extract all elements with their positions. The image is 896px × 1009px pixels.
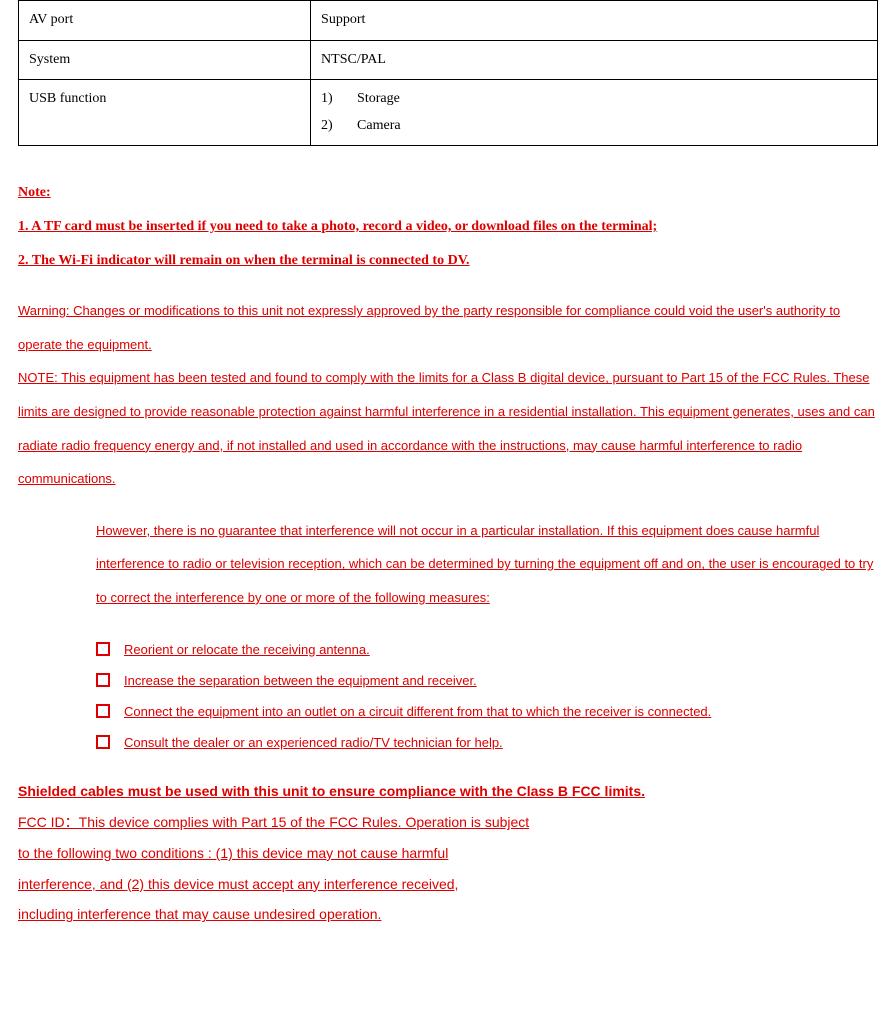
note-item: 1. A TF card must be inserted if you nee… <box>18 219 657 234</box>
list-number: 1) <box>321 86 339 113</box>
interference-text: However, there is no guarantee that inte… <box>96 523 873 605</box>
list-number: 2) <box>321 113 339 140</box>
list-item: 1) Storage <box>321 86 867 113</box>
table-row: System NTSC/PAL <box>19 40 878 80</box>
spec-label: System <box>19 40 311 80</box>
fcc-id-block: FCC ID：This device complies with Part 15… <box>18 807 878 930</box>
fcc-note-block: NOTE: This equipment has been tested and… <box>18 362 878 496</box>
measure-text: Connect the equipment into an outlet on … <box>124 696 711 727</box>
spec-value: 1) Storage 2) Camera <box>311 80 878 146</box>
checkbox-icon <box>96 642 110 656</box>
checkbox-icon <box>96 735 110 749</box>
measure-text: Consult the dealer or an experienced rad… <box>124 727 503 758</box>
list-item: 2) Camera <box>321 113 867 140</box>
note-heading: Note: <box>18 185 51 200</box>
fcc-line: to the following two conditions : (1) th… <box>18 845 448 861</box>
fcc-line: including interference that may cause un… <box>18 906 381 922</box>
list-item: Connect the equipment into an outlet on … <box>96 696 878 727</box>
note-section: Note: 1. A TF card must be inserted if y… <box>18 176 878 277</box>
fcc-line: interference, and (2) this device must a… <box>18 876 458 892</box>
warning-block: Warning: Changes or modifications to thi… <box>18 295 878 362</box>
shielded-statement: Shielded cables must be used with this u… <box>18 776 878 807</box>
document-page: AV port Support System NTSC/PAL USB func… <box>0 0 896 960</box>
list-text: Camera <box>357 113 401 140</box>
checkbox-icon <box>96 673 110 687</box>
interference-block: However, there is no guarantee that inte… <box>96 515 878 616</box>
note-item: 2. The Wi-Fi indicator will remain on wh… <box>18 253 470 268</box>
spec-label: AV port <box>19 1 311 41</box>
spec-table: AV port Support System NTSC/PAL USB func… <box>18 0 878 146</box>
table-row: AV port Support <box>19 1 878 41</box>
warning-text: Warning: Changes or modifications to thi… <box>18 303 840 352</box>
checkbox-icon <box>96 704 110 718</box>
spec-label: USB function <box>19 80 311 146</box>
measures-list: Reorient or relocate the receiving anten… <box>96 634 878 759</box>
fcc-line: FCC ID：This device complies with Part 15… <box>18 814 529 830</box>
measure-text: Increase the separation between the equi… <box>124 665 477 696</box>
spec-value: NTSC/PAL <box>311 40 878 80</box>
spec-value: Support <box>311 1 878 41</box>
list-text: Storage <box>357 86 400 113</box>
list-item: Increase the separation between the equi… <box>96 665 878 696</box>
fcc-note-text: NOTE: This equipment has been tested and… <box>18 370 875 486</box>
table-row: USB function 1) Storage 2) Camera <box>19 80 878 146</box>
measure-text: Reorient or relocate the receiving anten… <box>124 634 370 665</box>
list-item: Consult the dealer or an experienced rad… <box>96 727 878 758</box>
list-item: Reorient or relocate the receiving anten… <box>96 634 878 665</box>
